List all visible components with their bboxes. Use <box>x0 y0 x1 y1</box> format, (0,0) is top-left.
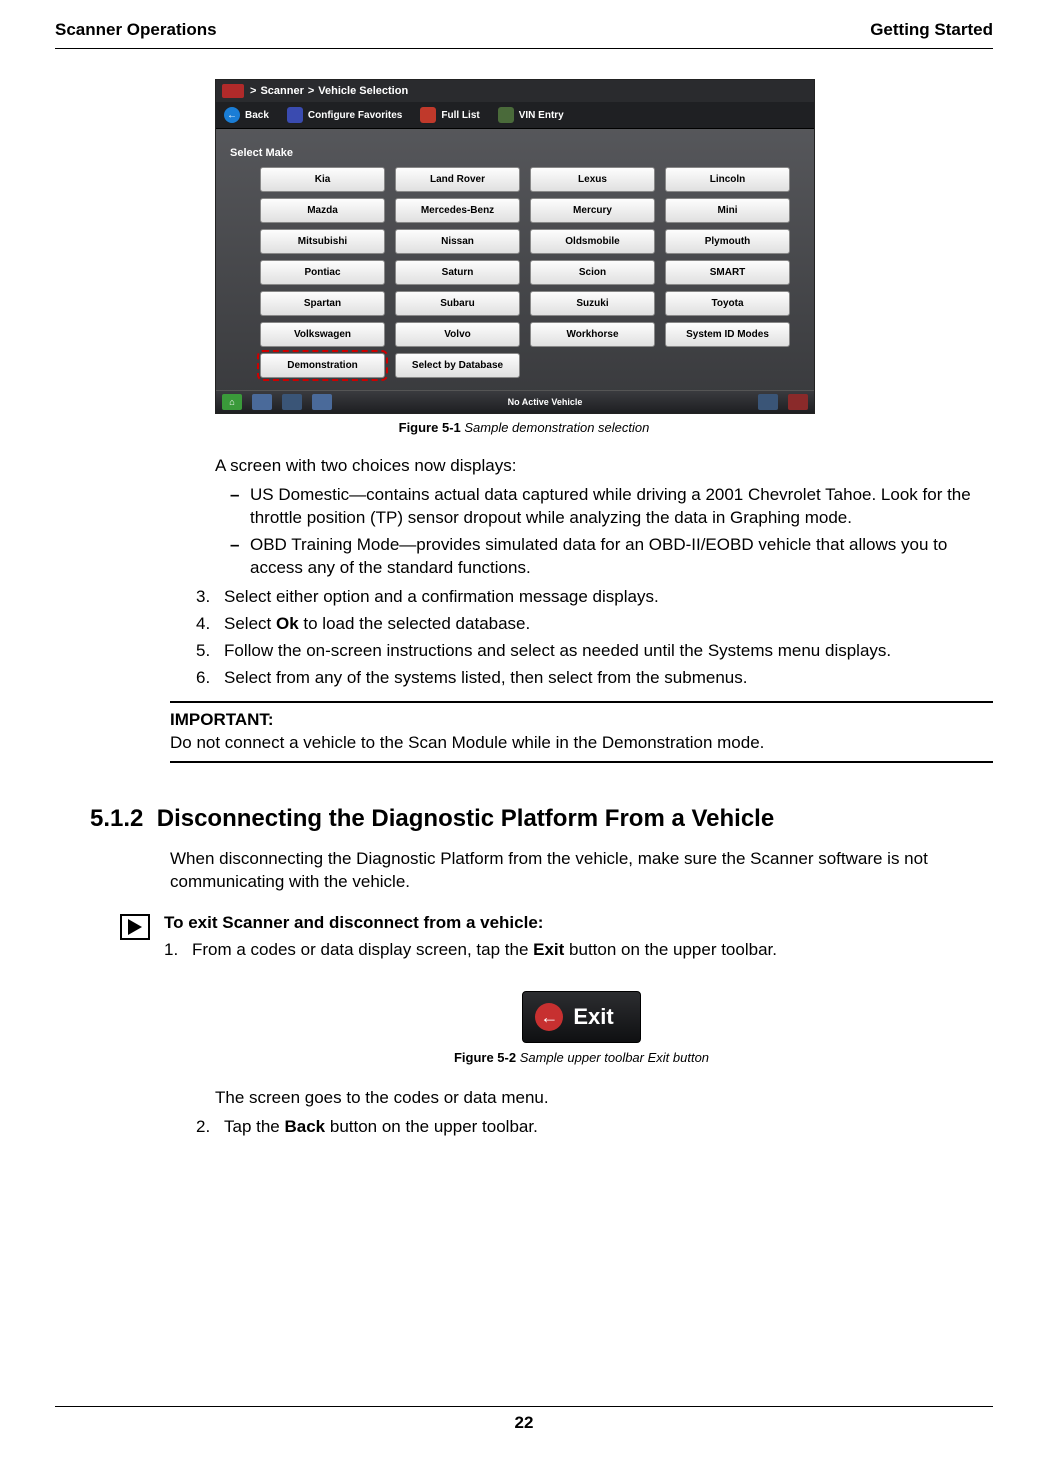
select-make-label: Select Make <box>230 147 800 159</box>
choice-list: US Domestic—contains actual data capture… <box>230 484 993 580</box>
section-intro: When disconnecting the Diagnostic Platfo… <box>170 848 993 894</box>
make-button[interactable]: Land Rover <box>395 167 520 192</box>
make-button[interactable]: System ID Modes <box>665 322 790 347</box>
after-paragraph: The screen goes to the codes or data men… <box>215 1087 993 1110</box>
section-5-1-2-heading: 5.1.2 Disconnecting the Diagnostic Platf… <box>90 803 993 835</box>
make-button[interactable]: Toyota <box>665 291 790 316</box>
body-content: A screen with two choices now displays: … <box>170 455 993 1139</box>
page-footer: 22 <box>55 1406 993 1433</box>
home-icon[interactable]: ⌂ <box>222 394 242 410</box>
figure-5-2-container: ← Exit <box>170 991 993 1043</box>
toolbar-icon-3[interactable] <box>312 394 332 410</box>
after-step-2: 2.Tap the Back button on the upper toolb… <box>196 1116 993 1139</box>
step-5: 5.Follow the on-screen instructions and … <box>196 640 993 663</box>
page-header: Scanner Operations Getting Started <box>55 20 993 49</box>
make-button[interactable]: Pontiac <box>260 260 385 285</box>
breadcrumb-sep: > <box>308 85 314 97</box>
vin-entry-icon <box>498 107 514 123</box>
make-button[interactable]: Volkswagen <box>260 322 385 347</box>
header-right: Getting Started <box>870 20 993 40</box>
status-icon-1 <box>758 394 778 410</box>
make-button[interactable]: SMART <box>665 260 790 285</box>
screenshot-vehicle-selection: > Scanner > Vehicle Selection ← Back Con… <box>215 79 815 414</box>
make-button[interactable]: Spartan <box>260 291 385 316</box>
section-title: Disconnecting the Diagnostic Platform Fr… <box>157 805 774 832</box>
step-4: 4.Select Ok to load the selected databas… <box>196 613 993 636</box>
procedure-block: To exit Scanner and disconnect from a ve… <box>120 912 993 968</box>
make-button[interactable]: Mercedes-Benz <box>395 198 520 223</box>
full-list-button[interactable]: Full List <box>420 107 479 123</box>
make-button[interactable]: Oldsmobile <box>530 229 655 254</box>
app-logo-icon <box>222 84 244 98</box>
configure-favorites-label: Configure Favorites <box>308 110 402 121</box>
make-button[interactable]: Subaru <box>395 291 520 316</box>
toolbar-icon-1[interactable] <box>252 394 272 410</box>
make-grid: Kia Land Rover Lexus Lincoln Mazda Mercedes-B… <box>260 167 790 378</box>
make-button[interactable]: Mini <box>665 198 790 223</box>
figure-number: Figure 5-2 <box>454 1050 516 1065</box>
full-list-icon <box>420 107 436 123</box>
make-button[interactable]: Nissan <box>395 229 520 254</box>
procedure-title: To exit Scanner and disconnect from a ve… <box>164 912 993 935</box>
back-button[interactable]: ← Back <box>224 107 269 123</box>
make-button[interactable]: Saturn <box>395 260 520 285</box>
choice-obd-training: OBD Training Mode—provides simulated dat… <box>230 534 993 580</box>
important-text: Do not connect a vehicle to the Scan Mod… <box>170 732 993 755</box>
back-arrow-icon: ← <box>224 107 240 123</box>
exit-label: Exit <box>573 1002 613 1032</box>
choice-us-domestic: US Domestic—contains actual data capture… <box>230 484 993 530</box>
make-button[interactable]: Suzuki <box>530 291 655 316</box>
full-list-label: Full List <box>441 110 479 121</box>
figure-5-1-container: > Scanner > Vehicle Selection ← Back Con… <box>215 79 993 414</box>
make-button[interactable]: Plymouth <box>665 229 790 254</box>
figure-5-2-caption: Figure 5-2 Sample upper toolbar Exit but… <box>170 1049 993 1067</box>
header-left: Scanner Operations <box>55 20 217 40</box>
figure-5-1-caption: Figure 5-1 Sample demonstration selectio… <box>55 420 993 435</box>
intro-paragraph: A screen with two choices now displays: <box>215 455 993 478</box>
breadcrumb-vehicle-selection: Vehicle Selection <box>318 85 408 97</box>
upper-toolbar: ← Back Configure Favorites Full List VIN… <box>216 102 814 129</box>
page-number: 22 <box>515 1413 534 1432</box>
make-button[interactable]: Mazda <box>260 198 385 223</box>
play-icon <box>120 914 150 940</box>
vin-entry-label: VIN Entry <box>519 110 564 121</box>
vin-entry-button[interactable]: VIN Entry <box>498 107 564 123</box>
make-button[interactable]: Mitsubishi <box>260 229 385 254</box>
bottom-bar: ⌂ No Active Vehicle <box>216 390 814 413</box>
figure-caption-text: Sample demonstration selection <box>461 420 650 435</box>
step-3: 3.Select either option and a confirmatio… <box>196 586 993 609</box>
make-button[interactable]: Scion <box>530 260 655 285</box>
figure-caption-text: Sample upper toolbar Exit button <box>516 1050 709 1065</box>
make-button[interactable]: Select by Database <box>395 353 520 378</box>
step-list: 3.Select either option and a confirmatio… <box>196 586 993 690</box>
make-button[interactable]: Workhorse <box>530 322 655 347</box>
breadcrumb-scanner: Scanner <box>260 85 303 97</box>
breadcrumb-sep: > <box>250 85 256 97</box>
make-button[interactable]: Lincoln <box>665 167 790 192</box>
important-label: IMPORTANT: <box>170 709 993 732</box>
vehicle-status: No Active Vehicle <box>508 397 583 407</box>
after-steps: 2.Tap the Back button on the upper toolb… <box>196 1116 993 1139</box>
step-6: 6.Select from any of the systems listed,… <box>196 667 993 690</box>
status-icon-2 <box>788 394 808 410</box>
exit-arrow-icon: ← <box>535 1003 563 1031</box>
back-label: Back <box>245 110 269 121</box>
make-button[interactable]: Lexus <box>530 167 655 192</box>
make-button[interactable]: Demonstration <box>260 353 385 378</box>
favorites-icon <box>287 107 303 123</box>
important-note: IMPORTANT: Do not connect a vehicle to t… <box>170 701 993 763</box>
proc-step-1: 1.From a codes or data display screen, t… <box>164 939 993 962</box>
make-button[interactable]: Kia <box>260 167 385 192</box>
figure-number: Figure 5-1 <box>399 420 461 435</box>
procedure-steps: 1.From a codes or data display screen, t… <box>164 939 993 962</box>
exit-button[interactable]: ← Exit <box>522 991 640 1043</box>
section-number: 5.1.2 <box>90 805 143 832</box>
configure-favorites-button[interactable]: Configure Favorites <box>287 107 402 123</box>
breadcrumb: > Scanner > Vehicle Selection <box>216 80 814 102</box>
toolbar-icon-2[interactable] <box>282 394 302 410</box>
make-button[interactable]: Volvo <box>395 322 520 347</box>
make-button[interactable]: Mercury <box>530 198 655 223</box>
